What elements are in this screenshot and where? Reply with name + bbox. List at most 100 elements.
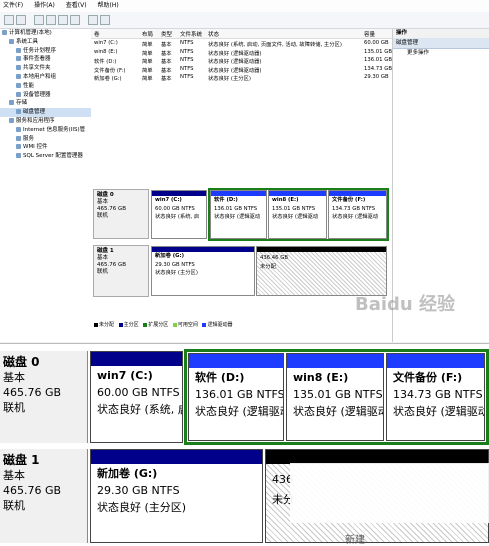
tree-item[interactable]: 存储 [0,99,91,108]
tree-item[interactable]: SQL Server 配置管理器 [0,152,91,161]
menu-bar: 文件(F) 操作(A) 查看(V) 帮助(H) [0,0,489,12]
tree-item[interactable]: 服务 [0,135,91,144]
table-cell-status: 状态良好 (主分区) [208,76,251,82]
menu-file[interactable]: 文件(F) [3,2,23,9]
tree-item[interactable]: 共享文件夹 [0,64,91,73]
unallocated-status: 未分配 [260,263,276,270]
tree-item-label: 服务 [23,135,35,142]
tree-node-icon [9,100,14,106]
volume-c-status: 状态良好 (系统, 启 [155,214,200,220]
col-fs[interactable]: 文件系统 [180,30,202,38]
actions-disk-management[interactable]: 磁盘管理 [393,38,489,49]
tree-item-label: SQL Server 配置管理器 [23,153,83,160]
disk-1-label[interactable]: 磁盘 1 基本 465.76 GB 联机 [93,245,149,297]
volume-g[interactable]: 新加卷 (G:) 29.30 GB NTFS 状态良好 (主分区) [151,246,255,296]
tree-item[interactable]: 性能 [0,82,91,91]
zoom-volume-e-size: 135.01 GB NTFS [293,388,383,401]
volume-d-size: 136.01 GB NTFS [214,205,258,212]
table-cell-vol: 软件 (D:) [94,59,117,65]
legend-logical: 逻辑驱动器 [202,322,232,328]
volume-d[interactable]: 软件 (D:) 136.01 GB NTFS 状态良好 (逻辑驱动 [210,190,267,239]
tree-item[interactable]: 任务计划程序 [0,47,91,56]
volume-f-name: 文件备份 (F:) [332,197,366,203]
tree-item[interactable]: 系统工具 [0,38,91,47]
tree-item-label: 服务和应用程序 [16,117,55,124]
zoom-disk-0-name: 磁盘 0 [3,355,40,369]
tree-node-icon [16,144,21,150]
zoom-disk-1-label[interactable]: 磁盘 1 基本 465.76 GB 联机 [0,449,88,543]
volume-f[interactable]: 文件备份 (F:) 134.73 GB NTFS 状态良好 (逻辑驱动 [328,190,387,239]
volume-e-size: 135.01 GB NTFS [272,205,316,212]
volume-e[interactable]: win8 (E:) 135.01 GB NTFS 状态良好 (逻辑驱动 [268,190,327,239]
zoom-volume-f[interactable]: 文件备份 (F:) 134.73 GB NTFS 状态良好 (逻辑驱动 [386,353,485,441]
export-icon[interactable] [88,15,98,25]
col-layout[interactable]: 布局 [142,30,153,38]
up-icon[interactable] [34,15,44,25]
disk-0-type: 基本 [97,199,109,205]
back-icon[interactable] [4,15,14,25]
zoom-disk-1-name: 磁盘 1 [3,453,40,467]
actions-more[interactable]: 更多操作 [393,49,489,58]
zoom-volume-e[interactable]: win8 (E:) 135.01 GB NTFS 状态良好 (逻辑驱动 [286,353,384,441]
zoom-volume-d-name: 软件 (D:) [195,371,245,384]
col-type[interactable]: 类型 [161,30,172,38]
tree-node-icon [16,73,21,79]
col-status[interactable]: 状态 [208,30,219,38]
zoom-disk-1-type: 基本 [3,469,25,482]
table-cell-vol: 文件备份 (F:) [94,67,126,74]
legend-unallocated: 未分配 [94,322,114,328]
tree-item-label: 任务计划程序 [23,47,57,54]
menu-view[interactable]: 查看(V) [66,2,87,9]
disk-0-label[interactable]: 磁盘 0 基本 465.76 GB 联机 [93,189,149,239]
tree-item[interactable]: 本地用户和组 [0,73,91,82]
menu-help[interactable]: 帮助(H) [98,2,119,9]
settings-icon[interactable] [100,15,110,25]
tree-item[interactable]: 事件查看器 [0,55,91,64]
forward-icon[interactable] [16,15,26,25]
zoom-disk-0-label[interactable]: 磁盘 0 基本 465.76 GB 联机 [0,351,88,443]
zoom-disk-1-size: 465.76 GB [3,484,62,497]
table-cell-layout: 简单 [142,59,153,65]
unallocated-space[interactable]: 436.46 GB 未分配 [256,246,387,296]
actions-title: 操作 [393,29,489,38]
disk-1-type: 基本 [97,255,109,261]
zoom-volume-c-status: 状态良好 (系统, 启 [97,403,183,416]
zoom-volume-g-name: 新加卷 (G:) [97,467,158,480]
tree-node-icon [2,30,7,35]
table-row[interactable]: 文件备份 (F:) 简单 基本 NTFS 状态良好 (逻辑驱动器) 134.73 GB [91,66,392,75]
table-row[interactable]: 新加卷 (G:) 简单 基本 NTFS 状态良好 (主分区) 29.30 GB [91,74,392,83]
zoom-volume-f-name: 文件备份 (F:) [393,371,463,384]
properties-icon[interactable] [58,15,68,25]
volume-list: 卷 布局 类型 文件系统 状态 容量 win7 (C:) 简单 基本 NTFS 状态良好… [91,29,392,186]
volume-g-size: 29.30 GB NTFS [155,261,195,268]
zoom-volume-c[interactable]: win7 (C:) 60.00 GB NTFS 状态良好 (系统, 启 [90,351,183,443]
tree-item[interactable]: 设备管理器 [0,91,91,100]
tree-item[interactable]: 计算机管理(本地) [0,29,91,38]
tree-item[interactable]: 服务和应用程序 [0,117,91,126]
table-cell-cap: 134.73 GB [364,65,392,72]
zoom-volume-c-size: 60.00 GB NTFS [97,386,180,399]
zoom-volume-d[interactable]: 软件 (D:) 136.01 GB NTFS 状态良好 (逻辑驱动 [188,353,284,441]
table-cell-fs: NTFS [180,57,194,63]
tree-item[interactable]: 磁盘管理 [0,108,91,117]
tree-item[interactable]: Internet 信息服务(IIS)管 [0,126,91,135]
zoom-volume-g[interactable]: 新加卷 (G:) 29.30 GB NTFS 状态良好 (主分区) [90,449,263,543]
table-cell-status: 状态良好 (逻辑驱动器) [208,59,262,65]
table-row[interactable]: 软件 (D:) 简单 基本 NTFS 状态良好 (逻辑驱动器) 136.01 GB [91,57,392,66]
tree-item[interactable]: WMI 控件 [0,143,91,152]
col-volume[interactable]: 卷 [94,30,100,38]
zoom-volume-f-size: 134.73 GB NTFS [393,388,483,401]
col-capacity[interactable]: 容量 [364,30,375,38]
table-row[interactable]: win7 (C:) 简单 基本 NTFS 状态良好 (系统, 启动, 页面文件, 活动,… [91,40,392,49]
table-cell-fs: NTFS [180,74,194,80]
help-icon[interactable] [70,15,80,25]
volume-c[interactable]: win7 (C:) 60.00 GB NTFS 状态良好 (系统, 启 [151,190,207,239]
disk-1-name: 磁盘 1 [97,248,114,254]
table-row[interactable]: win8 (E:) 简单 基本 NTFS 状态良好 (逻辑驱动器) 135.01 GB [91,49,392,58]
zoom-volume-e-status: 状态良好 (逻辑驱动 [293,405,384,418]
menu-action[interactable]: 操作(A) [34,2,55,9]
table-cell-layout: 简单 [142,67,153,74]
table-cell-type: 基本 [161,67,172,74]
show-tree-icon[interactable] [46,15,56,25]
tree-node-icon [16,65,21,71]
